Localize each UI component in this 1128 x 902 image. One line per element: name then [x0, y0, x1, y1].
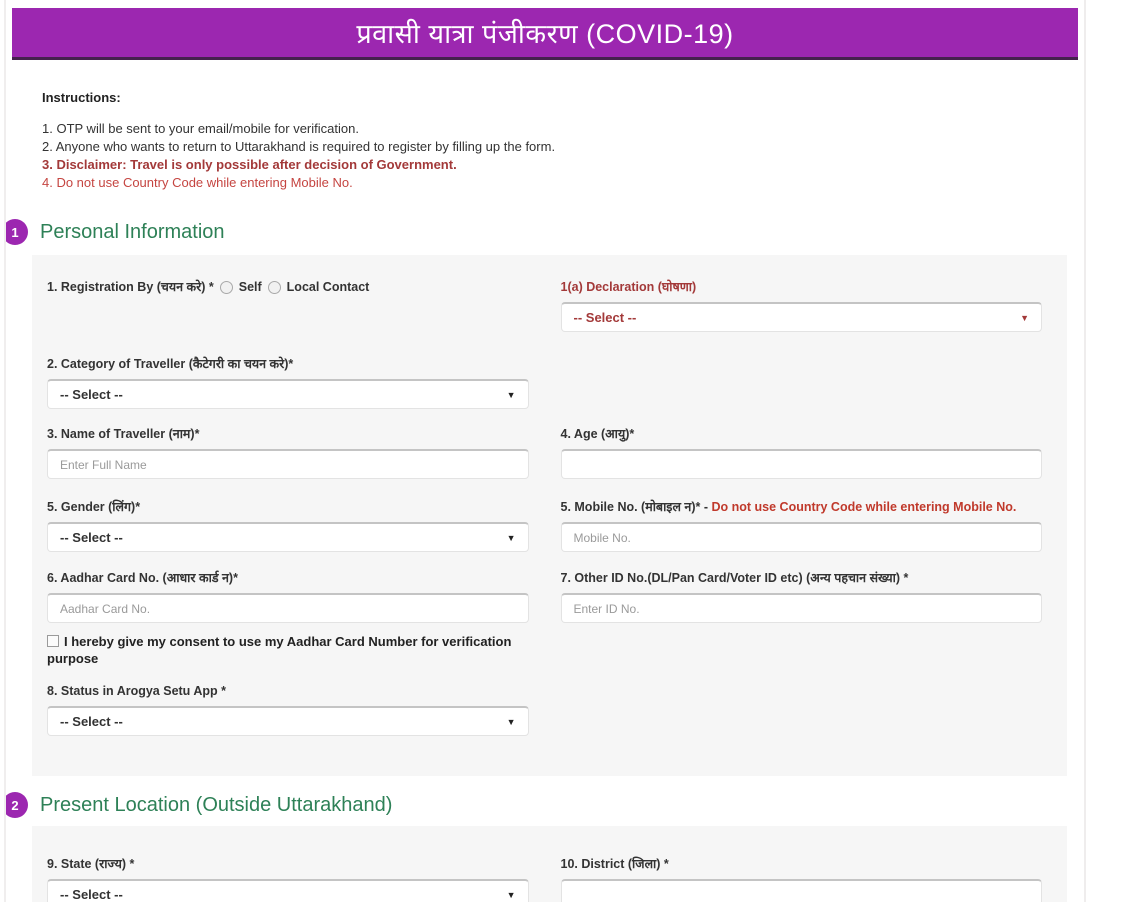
aadhar-input[interactable]	[60, 595, 516, 622]
other-id-field-box	[560, 593, 1042, 623]
chevron-down-icon: ▼	[1020, 312, 1029, 323]
page-title: प्रवासी यात्रा पंजीकरण (COVID-19)	[356, 19, 734, 49]
district-input[interactable]	[573, 881, 1029, 902]
name-label: 3. Name of Traveller (नाम)*	[47, 427, 200, 441]
age-field-box	[560, 449, 1042, 479]
section-number-badge: 2	[6, 792, 28, 818]
present-location-panel: 9. State (राज्य) * -- Select -- ▼ 10. Di…	[32, 826, 1067, 902]
instruction-item: 1. OTP will be sent to your email/mobile…	[42, 121, 359, 136]
category-label: 2. Category of Traveller (कैटेगरी का चयन…	[47, 357, 294, 371]
chevron-down-icon: ▼	[506, 716, 516, 727]
radio-self[interactable]	[219, 280, 233, 294]
consent-checkbox[interactable]	[47, 635, 59, 647]
declaration-select[interactable]: -- Select -- ▼	[560, 302, 1042, 332]
arogya-setu-label: 8. Status in Arogya Setu App *	[47, 684, 226, 698]
category-select[interactable]: -- Select -- ▼	[47, 379, 529, 409]
radio-local-contact-label[interactable]: Local Contact	[287, 280, 370, 294]
state-select[interactable]: -- Select -- ▼	[47, 879, 529, 902]
instructions-block: Instructions: 1. OTP will be sent to you…	[42, 90, 1084, 192]
instructions-heading: Instructions:	[42, 90, 121, 105]
registration-page: प्रवासी यात्रा पंजीकरण (COVID-19) Instru…	[4, 0, 1086, 902]
age-input[interactable]	[573, 451, 1029, 478]
radio-self-label[interactable]: Self	[239, 280, 262, 294]
personal-information-panel: 1. Registration By (चयन करे) * Self Loca…	[32, 255, 1067, 776]
district-field-box	[560, 879, 1042, 902]
registration-by-label: 1. Registration By (चयन करे) *	[47, 280, 214, 294]
instruction-item-disclaimer: 3. Disclaimer: Travel is only possible a…	[42, 157, 457, 172]
instructions-list: 1. OTP will be sent to your email/mobile…	[42, 120, 1084, 192]
chevron-down-icon: ▼	[506, 889, 516, 900]
aadhar-field-box	[47, 593, 529, 623]
name-input[interactable]	[60, 451, 516, 478]
section-personal-information: 1 Personal Information	[6, 219, 1084, 245]
chevron-down-icon: ▼	[506, 389, 516, 400]
district-label: 10. District (जिला) *	[560, 857, 669, 871]
other-id-input[interactable]	[573, 595, 1029, 622]
registration-by-row: 1. Registration By (चयन करे) * Self Loca…	[47, 279, 529, 295]
mobile-input[interactable]	[573, 524, 1029, 551]
consent-row: I hereby give my consent to use my Aadha…	[47, 633, 537, 667]
consent-label: I hereby give my consent to use my Aadha…	[47, 634, 512, 666]
chevron-down-icon: ▼	[506, 532, 516, 543]
mobile-warning-text: Do not use Country Code while entering M…	[711, 500, 1017, 514]
page-header: प्रवासी यात्रा पंजीकरण (COVID-19)	[12, 8, 1078, 60]
instruction-item-country-code: 4. Do not use Country Code while enterin…	[42, 175, 353, 190]
mobile-field-box	[560, 522, 1042, 552]
arogya-setu-select[interactable]: -- Select -- ▼	[47, 706, 529, 736]
instruction-item: 2. Anyone who wants to return to Uttarak…	[42, 139, 556, 154]
declaration-label: 1(a) Declaration (घोषणा)	[560, 280, 697, 294]
aadhar-label: 6. Aadhar Card No. (आधार कार्ड न)*	[47, 571, 238, 585]
section-present-location: 2 Present Location (Outside Uttarakhand)	[6, 792, 1084, 818]
age-label: 4. Age (आयु)*	[560, 427, 635, 441]
section-number-badge: 1	[6, 219, 28, 245]
section-title: Personal Information	[40, 220, 225, 243]
gender-select[interactable]: -- Select -- ▼	[47, 522, 529, 552]
section-title: Present Location (Outside Uttarakhand)	[40, 793, 393, 816]
other-id-label: 7. Other ID No.(DL/Pan Card/Voter ID etc…	[560, 571, 909, 585]
name-field-box	[47, 449, 529, 479]
radio-local-contact[interactable]	[267, 280, 281, 294]
mobile-label: 5. Mobile No. (मोबाइल न)* - Do not use C…	[560, 500, 1017, 514]
gender-label: 5. Gender (लिंग)*	[47, 500, 141, 514]
state-label: 9. State (राज्य) *	[47, 857, 135, 871]
